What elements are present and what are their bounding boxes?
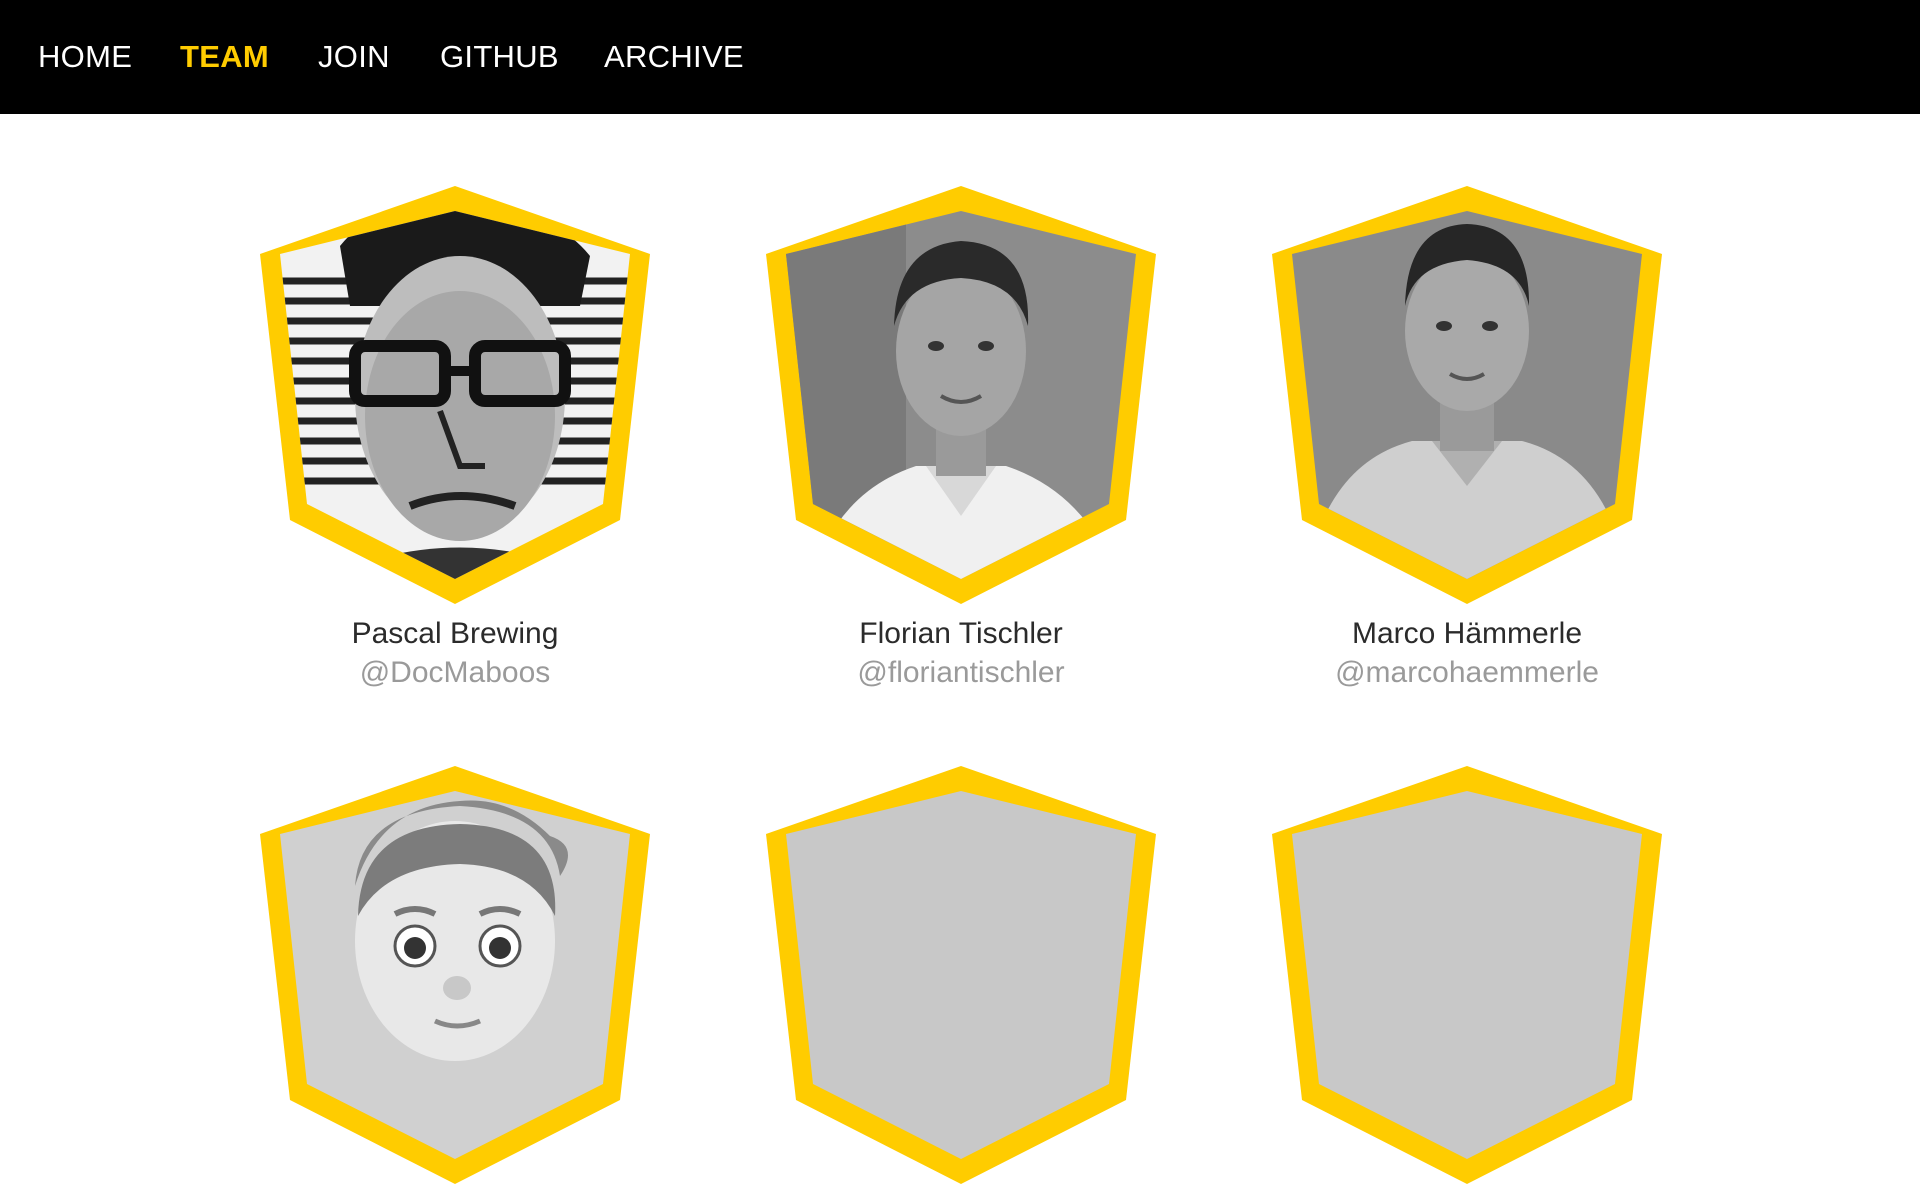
nav-home-link[interactable]: HOME — [38, 0, 132, 114]
nav-archive-link[interactable]: ARCHIVE — [604, 0, 744, 114]
hexagon-portrait-badge — [766, 186, 1156, 604]
nav-github-link[interactable]: GITHUB — [440, 0, 559, 114]
hexagon-portrait-badge — [260, 186, 650, 604]
member-name: Marco Hämmerle — [1351, 617, 1583, 650]
team-member-card[interactable] — [245, 766, 665, 1184]
member-handle[interactable]: @DocMaboos — [245, 656, 665, 690]
team-member-card[interactable] — [1257, 766, 1677, 1184]
hexagon-portrait-badge — [766, 766, 1156, 1184]
portrait-photo — [1292, 211, 1642, 579]
nav-team-link[interactable]: TEAM — [180, 0, 269, 114]
member-name: Florian Tischler — [859, 617, 1063, 650]
memoji-avatar — [280, 791, 630, 1159]
hexagon-portrait-badge — [260, 766, 650, 1184]
portrait-photo — [786, 211, 1136, 579]
team-member-card[interactable]: Pascal Brewing @DocMaboos — [245, 186, 665, 696]
member-name: Pascal Brewing — [351, 617, 559, 650]
team-member-card[interactable]: Marco Hämmerle @marcohaemmerle — [1257, 186, 1677, 696]
hexagon-portrait-badge — [1272, 186, 1662, 604]
nav-join-link[interactable]: JOIN — [318, 0, 390, 114]
top-navigation: HOME TEAM JOIN GITHUB ARCHIVE — [0, 0, 1920, 114]
portrait-photo — [280, 211, 630, 579]
team-member-card[interactable]: Florian Tischler @floriantischler — [751, 186, 1171, 696]
member-handle[interactable]: @floriantischler — [751, 656, 1171, 690]
member-handle[interactable]: @marcohaemmerle — [1257, 656, 1677, 690]
team-member-card[interactable] — [751, 766, 1171, 1184]
hexagon-portrait-badge — [1272, 766, 1662, 1184]
